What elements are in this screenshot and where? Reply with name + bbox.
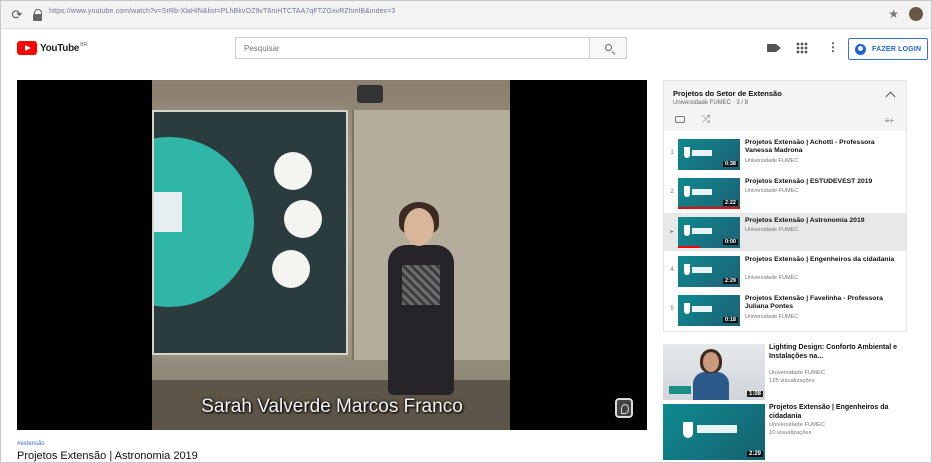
search-box	[235, 37, 589, 59]
logo-country-code: BR	[80, 42, 88, 48]
collapse-chevron-icon[interactable]	[885, 91, 896, 102]
presenter-face	[404, 208, 434, 246]
thumb-person-body	[693, 372, 729, 400]
playlist-item-title: Projetos Extensão | Achotti - Professora…	[745, 139, 875, 154]
playlist-title[interactable]: Projetos do Setor de Extensão	[673, 89, 782, 98]
playlist-subtitle: Universidade FUMEC · 3 / 8	[673, 100, 749, 106]
apps-grid-icon[interactable]	[796, 42, 808, 54]
video-title: Projetos Extensão | Astronomia 2019	[17, 450, 198, 462]
recommended-thumbnail: 1:08	[663, 344, 765, 400]
fumec-logo-icon	[683, 422, 693, 438]
video-frame	[152, 80, 510, 430]
recommended-video[interactable]: 2:29 Projetos Extensão | Engenheiros da …	[663, 404, 913, 463]
slide-dot	[274, 152, 312, 190]
now-playing-icon: ▸	[670, 229, 674, 235]
search-icon	[605, 44, 612, 51]
playlist-item-thumbnail: 0:38	[678, 139, 740, 170]
playlist-item-index: 5	[670, 306, 674, 312]
search-input[interactable]	[236, 38, 589, 59]
playlist-item-title: Projetos Extensão | Engenheiros da cidad…	[745, 256, 895, 263]
playlist-header: Projetos do Setor de Extensão Universida…	[664, 81, 906, 131]
recommended-channel: Universidade FUMEC	[769, 370, 826, 376]
playlist-item-title: Projetos Extensão | Astronomia 2019	[745, 217, 865, 224]
fumec-logo-icon	[684, 186, 690, 197]
fumec-logo-icon	[684, 225, 690, 236]
playlist-item-current[interactable]: ▸ 0:00 Projetos Extensão | Astronomia 20…	[664, 213, 906, 251]
video-hashtag[interactable]: #extensão	[17, 441, 45, 447]
playlist-item-thumbnail: 0:00	[678, 217, 740, 248]
playlist-item-title: Projetos Extensão | ESTUDEVEST 2019	[745, 178, 873, 185]
video-caption: Sarah Valverde Marcos Franco	[201, 396, 463, 417]
fumec-logo-icon	[669, 386, 691, 394]
playlist-item[interactable]: 1 0:38 Projetos Extensão | Achotti - Pro…	[664, 135, 906, 173]
bookmark-star-icon[interactable]: ★	[888, 7, 899, 21]
recommended-channel: Universidade FUMEC	[769, 422, 826, 428]
video-duration: 2:29	[722, 278, 738, 284]
search-button[interactable]	[589, 37, 627, 59]
reload-icon[interactable]: ⟳	[9, 7, 25, 23]
youtube-logo[interactable]: YouTube BR	[17, 41, 87, 55]
playlist-item-thumbnail: 2:22	[678, 178, 740, 209]
channel-watermark-icon[interactable]	[615, 398, 633, 418]
logo-wordmark: YouTube	[40, 42, 80, 54]
url-text[interactable]: https://www.youtube.com/watch?v=SrRb-Xla…	[49, 8, 395, 15]
video-duration: 1:08	[746, 391, 763, 397]
create-video-icon[interactable]	[767, 44, 781, 52]
shirt-print	[402, 265, 440, 305]
playlist-item[interactable]: 4 2:29 Projetos Extensão | Engenheiros d…	[664, 252, 906, 290]
playlist-item[interactable]: 5 0:18 Projetos Extensão | Favelinha - P…	[664, 291, 906, 329]
browser-address-bar: ⟳ https://www.youtube.com/watch?v=SrRb-X…	[1, 1, 931, 29]
playlist-item-index: 2	[670, 189, 674, 195]
playlist-item-title: Projetos Extensão | Favelinha - Professo…	[745, 295, 883, 310]
playlist-item-index: 4	[670, 267, 674, 273]
recommended-title: Projetos Extensão | Engenheiros da cidad…	[769, 404, 889, 420]
watch-progress	[678, 246, 700, 248]
video-duration: 2:29	[746, 451, 763, 457]
playlist-item-thumbnail: 2:29	[678, 256, 740, 287]
account-icon	[855, 43, 866, 55]
loop-icon[interactable]	[675, 116, 685, 123]
fumec-logo-icon	[684, 303, 690, 314]
thumb-title-bar	[697, 425, 737, 433]
fumec-logo-icon	[684, 264, 690, 275]
playlist-item-channel: Universidade FUMEC	[745, 227, 799, 233]
recommended-title: Lighting Design: Conforto Ambiental e In…	[769, 344, 898, 360]
playlist-item-index: 1	[670, 150, 674, 156]
ceiling-projector	[357, 85, 383, 103]
slide-dot	[272, 250, 310, 288]
video-player[interactable]: Sarah Valverde Marcos Franco	[17, 80, 647, 430]
playlist-panel: Projetos do Setor de Extensão Universida…	[663, 80, 907, 332]
watch-progress	[678, 207, 740, 209]
slide-inset	[154, 192, 182, 232]
browser-window: ⟳ https://www.youtube.com/watch?v=SrRb-X…	[0, 0, 932, 463]
video-duration: 0:18	[722, 317, 738, 323]
video-duration: 2:22	[722, 200, 738, 206]
video-duration: 0:38	[722, 161, 738, 167]
playlist-item-thumbnail: 0:18	[678, 295, 740, 326]
lock-icon	[33, 9, 43, 21]
more-options-icon[interactable]: ⋮	[827, 40, 839, 54]
recommended-thumbnail: 2:29	[663, 404, 765, 460]
video-duration: 0:00	[722, 239, 738, 245]
projection-screen	[152, 110, 348, 355]
playlist-item-channel: Universidade FUMEC	[745, 158, 799, 164]
profile-avatar[interactable]	[909, 7, 923, 21]
playlist-item-channel: Universidade FUMEC	[745, 188, 799, 194]
shuffle-icon[interactable]: ⤮	[702, 114, 710, 125]
save-playlist-icon[interactable]: ≡+	[885, 116, 894, 125]
fumec-logo-icon	[684, 147, 690, 158]
playlist-item-channel: Universidade FUMEC	[745, 314, 799, 320]
login-button[interactable]: FAZER LOGIN	[848, 38, 928, 60]
youtube-play-icon	[17, 41, 37, 55]
playlist-item-channel: Universidade FUMEC	[745, 275, 799, 281]
thumb-person-face	[703, 352, 719, 372]
recommended-views: 125 visualizações	[769, 378, 815, 384]
recommended-views: 10 visualizações	[769, 430, 812, 436]
playlist-item[interactable]: 2 2:22 Projetos Extensão | ESTUDEVEST 20…	[664, 174, 906, 212]
recommended-video[interactable]: 1:08 Lighting Design: Conforto Ambiental…	[663, 344, 913, 404]
login-label: FAZER LOGIN	[872, 45, 922, 53]
slide-dot	[284, 200, 322, 238]
site-header: YouTube BR ⋮ FAZER LOGIN	[1, 30, 931, 68]
